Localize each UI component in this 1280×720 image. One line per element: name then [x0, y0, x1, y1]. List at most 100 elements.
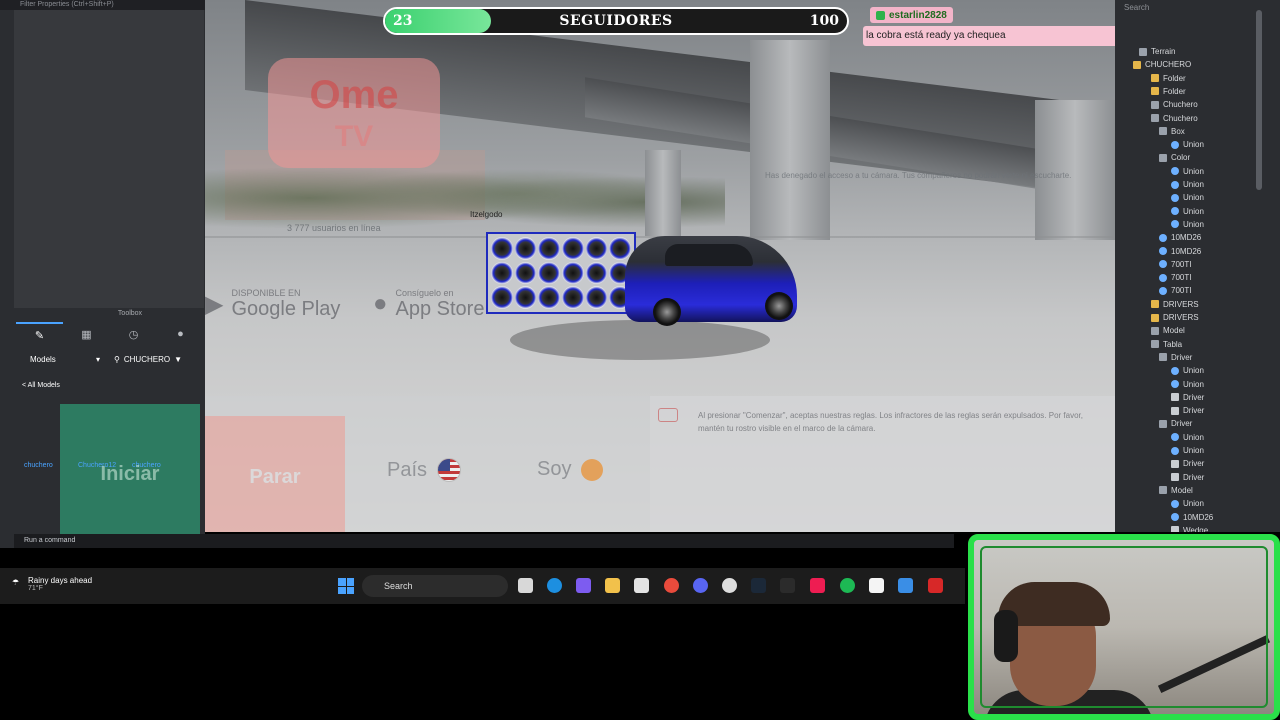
explorer-item[interactable]: Terrain: [1139, 45, 1175, 58]
player-name-tag: Itzelgodo: [470, 210, 503, 219]
explorer-item[interactable]: Driver: [1171, 391, 1204, 404]
model-icon: [1159, 153, 1167, 162]
country-selector[interactable]: País: [387, 458, 462, 482]
copilot-icon[interactable]: [576, 578, 591, 593]
explorer-search-input[interactable]: Search: [1121, 0, 1249, 16]
taskbar-search[interactable]: Search: [362, 575, 508, 597]
speaker: [538, 286, 560, 309]
explorer-item[interactable]: DRIVERS: [1151, 311, 1199, 324]
union-icon: [1171, 167, 1179, 176]
part-icon: [1171, 406, 1179, 415]
search-icon: ⚲: [114, 354, 120, 364]
explorer-item[interactable]: Folder: [1151, 85, 1186, 98]
explorer-item[interactable]: Model: [1159, 484, 1193, 497]
speaker: [491, 237, 513, 260]
explorer-item[interactable]: Model: [1151, 324, 1185, 337]
explorer-item-label: DRIVERS: [1163, 299, 1199, 309]
explorer-item-label: Box: [1171, 126, 1185, 136]
explorer-item[interactable]: 700TI: [1159, 271, 1191, 284]
tab-grid-icon[interactable]: ▦: [63, 322, 110, 346]
explorer-item[interactable]: 10MD26: [1159, 245, 1201, 258]
union-icon: [1159, 233, 1167, 242]
tab-recent-icon[interactable]: ◷: [110, 322, 157, 346]
union-icon: [1159, 247, 1167, 255]
explorer-item[interactable]: Driver: [1171, 404, 1204, 417]
explorer-item[interactable]: Chuchero: [1151, 98, 1198, 111]
chat-badge-icon: [876, 10, 885, 20]
explorer-item[interactable]: Tabla: [1151, 338, 1182, 351]
explorer-item[interactable]: Chuchero: [1151, 112, 1198, 125]
explorer-item[interactable]: Union: [1171, 165, 1204, 178]
explorer-item[interactable]: Driver: [1171, 471, 1204, 484]
explorer-item[interactable]: Driver: [1159, 351, 1192, 364]
explorer-item[interactable]: Folder: [1151, 72, 1186, 85]
notepad-icon[interactable]: [898, 578, 913, 593]
explorer-item[interactable]: 700TI: [1159, 284, 1191, 297]
explorer-item[interactable]: DRIVERS: [1151, 298, 1199, 311]
tiktok-icon[interactable]: [810, 578, 825, 593]
spotify-icon[interactable]: [840, 578, 855, 593]
all-models-link[interactable]: < All Models: [22, 382, 60, 389]
explorer-item[interactable]: Driver: [1171, 457, 1204, 470]
explorer-item[interactable]: Color: [1159, 151, 1190, 164]
weather-widget[interactable]: ☂ Rainy days ahead 71°F: [12, 576, 93, 592]
file-explorer-icon[interactable]: [605, 578, 620, 593]
category-dropdown[interactable]: Models: [16, 355, 96, 364]
tab-inventory-icon[interactable]: ✎: [16, 322, 63, 346]
explorer-item[interactable]: Wedge: [1171, 524, 1208, 532]
explorer-item[interactable]: Union: [1171, 138, 1204, 151]
app-icon[interactable]: [928, 578, 943, 593]
chevron-down-icon[interactable]: ▾: [96, 355, 100, 364]
explorer-item[interactable]: Union: [1171, 205, 1204, 218]
explorer-item[interactable]: 700TI: [1159, 258, 1191, 271]
explorer-item[interactable]: Union: [1171, 431, 1204, 444]
start-button[interactable]: Iniciar: [60, 404, 200, 544]
windows-start-icon[interactable]: [338, 578, 354, 594]
rain-cloud-icon: ☂: [12, 578, 20, 587]
chrome-icon[interactable]: [664, 578, 679, 593]
explorer-item[interactable]: 10MD26: [1171, 511, 1213, 524]
model-icon: [1151, 326, 1159, 335]
face-emoji-icon: [581, 458, 604, 481]
explorer-item[interactable]: Union: [1171, 178, 1204, 191]
explorer-item[interactable]: Union: [1171, 497, 1204, 510]
store-icon[interactable]: [634, 578, 649, 593]
toolbox-title: Toolbox: [117, 310, 143, 317]
command-bar[interactable]: Run a command: [14, 534, 954, 548]
game-viewport[interactable]: Ome TV ▶ DISPONIBLE EN Google Play ● Con…: [205, 0, 1115, 532]
steam-icon[interactable]: [751, 578, 766, 593]
roblox-icon[interactable]: [869, 578, 884, 593]
explorer-item[interactable]: CHUCHERO: [1133, 58, 1191, 71]
edge-icon[interactable]: [547, 578, 562, 593]
explorer-item-label: 10MD26: [1171, 246, 1202, 256]
google-play-badge[interactable]: ▶ DISPONIBLE EN Google Play: [205, 282, 340, 326]
union-icon: [1171, 433, 1179, 442]
weather-label: Rainy days ahead: [28, 576, 93, 585]
speaker: [538, 237, 560, 260]
app-store-badge[interactable]: ● Consíguelo en App Store: [373, 282, 484, 326]
model-item[interactable]: chuchero: [24, 462, 53, 469]
tab-light-icon[interactable]: ●: [157, 322, 204, 346]
explorer-item[interactable]: Union: [1171, 444, 1204, 457]
rules-panel: Al presionar "Comenzar", aceptas nuestra…: [650, 396, 1115, 532]
task-view-icon[interactable]: [518, 578, 533, 593]
obs-icon[interactable]: [722, 578, 737, 593]
explorer-item[interactable]: Union: [1171, 378, 1204, 391]
filter-icon[interactable]: ▼: [174, 355, 182, 364]
explorer-item-label: 700TI: [1171, 273, 1192, 283]
explorer-item[interactable]: Union: [1171, 218, 1204, 231]
explorer-item[interactable]: Union: [1171, 364, 1204, 377]
gender-selector[interactable]: Soy: [537, 458, 604, 481]
explorer-item-label: Union: [1183, 446, 1204, 455]
discord-icon[interactable]: [693, 578, 708, 593]
filter-properties-bar[interactable]: Filter Properties (Ctrl+Shift+P): [0, 0, 205, 10]
explorer-scrollbar[interactable]: [1256, 10, 1262, 190]
explorer-item[interactable]: Union: [1171, 191, 1204, 204]
explorer-item-label: 10MD26: [1183, 512, 1214, 522]
stop-button[interactable]: Parar: [205, 416, 345, 532]
tf-icon[interactable]: [780, 578, 795, 593]
toolbox-search[interactable]: ⚲ CHUCHERO ▼: [114, 355, 182, 364]
explorer-item[interactable]: Driver: [1159, 417, 1192, 430]
explorer-item[interactable]: Box: [1159, 125, 1185, 138]
explorer-item[interactable]: 10MD26: [1159, 231, 1201, 244]
